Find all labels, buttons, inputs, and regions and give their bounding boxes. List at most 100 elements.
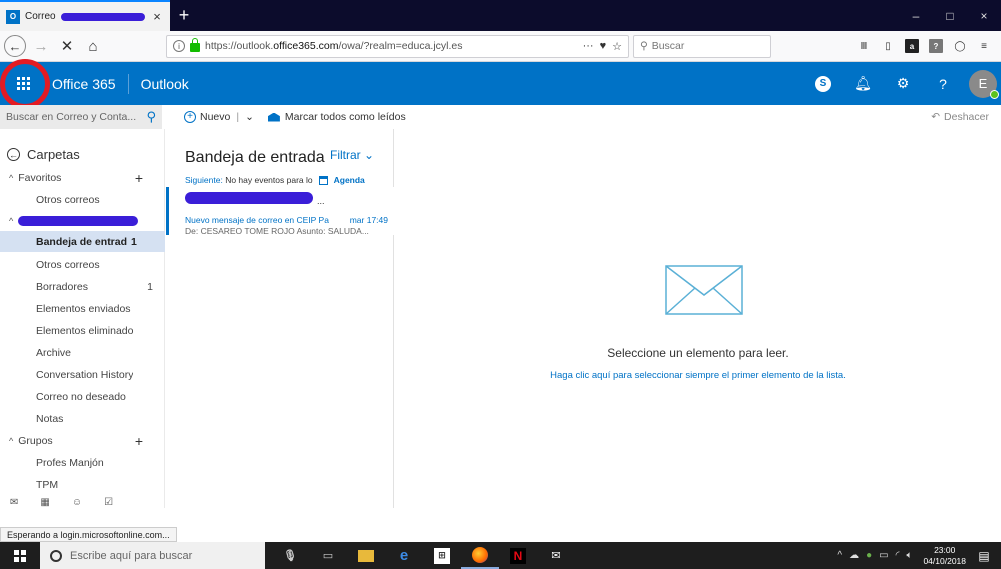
groups-section[interactable]: ^ Grupos +	[0, 430, 165, 451]
lock-icon[interactable]	[190, 38, 200, 52]
taskbar-netflix[interactable]: N	[499, 542, 537, 569]
pocket-icon[interactable]: ♥	[600, 40, 607, 53]
extension-b-icon[interactable]: ?	[929, 39, 943, 53]
taskbar-firefox[interactable]	[461, 542, 499, 569]
suite-title[interactable]: Office 365	[52, 73, 129, 94]
folders-heading[interactable]: ← Carpetas	[7, 147, 80, 162]
list-item[interactable]: ... Nuevo mensaje de correo en CEIP Pa m…	[166, 187, 394, 236]
caret-up-icon[interactable]: ^	[9, 173, 13, 183]
new-message-button[interactable]: + Nuevo | ⌄	[184, 111, 254, 123]
message-list: Bandeja de entrada Filtrar ⌄ Siguiente: …	[166, 129, 394, 508]
mail-app-icon: ✉	[551, 550, 561, 562]
folder-item-inbox[interactable]: Bandeja de entrad 1	[0, 231, 165, 252]
start-button[interactable]	[0, 542, 40, 569]
calendar-icon[interactable]: ▦	[40, 497, 49, 508]
caret-up-icon[interactable]: ^	[9, 216, 13, 226]
browser-status-text: Esperando a login.microsoftonline.com...	[0, 527, 177, 542]
sender-ellipsis: ...	[317, 196, 325, 206]
mail-icon[interactable]: ✉	[10, 497, 18, 508]
search-icon[interactable]: ⚲	[146, 109, 156, 125]
extension-a-icon[interactable]: a	[905, 39, 919, 53]
battery-icon[interactable]: ▭	[879, 550, 888, 561]
inbox-title: Bandeja de entrada	[185, 149, 325, 166]
extension-c-icon[interactable]: ◯	[953, 39, 967, 53]
page-actions-icon[interactable]: ···	[583, 40, 594, 53]
add-group-icon[interactable]: +	[135, 433, 143, 449]
separator: |	[236, 111, 240, 123]
account-section[interactable]: ^	[0, 210, 165, 231]
folder-icon	[358, 549, 374, 562]
chevron-down-icon[interactable]: ⌄	[245, 111, 254, 123]
info-icon[interactable]: i	[173, 40, 185, 52]
caret-up-icon[interactable]: ^	[9, 436, 13, 446]
presence-available-icon	[990, 89, 999, 99]
people-icon[interactable]: ☺	[72, 497, 82, 508]
home-icon[interactable]: ⌂	[82, 35, 104, 57]
volume-icon[interactable]: 🔈︎	[906, 550, 912, 561]
mail-search-placeholder: Buscar en Correo y Conta...	[6, 111, 137, 123]
empty-reading-title: Seleccione un elemento para leer.	[607, 346, 789, 360]
avatar[interactable]: E	[969, 69, 999, 99]
select-first-item-link[interactable]: Haga clic aquí para seleccionar siempre …	[395, 370, 1001, 381]
browser-toolbar-icons: Ⅲ ▯ a ? ◯ ≡	[857, 39, 997, 53]
settings-gear-icon[interactable]: ⚙	[883, 62, 923, 105]
skype-button[interactable]: S	[803, 62, 843, 105]
maximize-icon[interactable]: □	[933, 0, 967, 31]
taskbar-mail[interactable]: ✉	[537, 542, 575, 569]
folder-item-deleted[interactable]: Elementos eliminado	[0, 320, 165, 341]
tray-chevron-up-icon[interactable]: ^	[837, 550, 842, 561]
tab-close-icon[interactable]: ×	[150, 9, 164, 24]
sidebar-icon[interactable]: ▯	[881, 39, 895, 53]
help-icon[interactable]: ?	[923, 62, 963, 105]
mark-all-read-label: Marcar todos como leídos	[284, 111, 406, 123]
undo-button[interactable]: ↶ Deshacer	[931, 111, 989, 123]
app-launcher-button[interactable]	[0, 58, 50, 109]
url-bar[interactable]: i https://outlook.office365.com/owa/?rea…	[166, 34, 629, 58]
folder-item-drafts[interactable]: Borradores 1	[0, 276, 165, 297]
taskbar-microphone[interactable]: 🎙︎	[271, 542, 309, 569]
folder-item-notes[interactable]: Notas	[0, 408, 165, 429]
collapse-pane-icon[interactable]: ←	[7, 148, 20, 161]
favorite-item-otros-correos[interactable]: Otros correos	[0, 189, 165, 210]
library-icon[interactable]: Ⅲ	[857, 39, 871, 53]
onedrive-cloud-icon[interactable]: ☁	[849, 550, 859, 561]
folder-item-otros-correos[interactable]: Otros correos	[0, 254, 165, 275]
taskbar-file-explorer[interactable]	[347, 542, 385, 569]
url-text[interactable]: https://outlook.office365.com/owa/?realm…	[205, 40, 578, 52]
action-center-icon[interactable]: ▤	[973, 545, 995, 567]
taskbar-task-view[interactable]: ▭	[309, 542, 347, 569]
close-window-icon[interactable]: ×	[967, 0, 1001, 31]
new-tab-button[interactable]: +	[170, 0, 198, 31]
minimize-icon[interactable]: –	[899, 0, 933, 31]
system-clock[interactable]: 23:00 04/10/2018	[923, 545, 966, 567]
folder-item-sent[interactable]: Elementos enviados	[0, 298, 165, 319]
filter-button[interactable]: Filtrar ⌄	[330, 148, 374, 162]
add-favorite-icon[interactable]: +	[135, 170, 143, 186]
folder-item-conversation-history[interactable]: Conversation History	[0, 364, 165, 385]
app-name[interactable]: Outlook	[141, 76, 189, 92]
bookmark-star-icon[interactable]: ☆	[612, 40, 622, 53]
favorites-section[interactable]: ^ Favoritos +	[0, 167, 165, 188]
wifi-icon[interactable]: ◜	[896, 550, 900, 561]
folder-item-archive[interactable]: Archive	[0, 342, 165, 363]
taskbar-edge[interactable]: e	[385, 542, 423, 569]
group-item-tpm[interactable]: TPM	[0, 474, 165, 495]
netflix-icon: N	[510, 547, 526, 564]
back-arrow-icon[interactable]: ←	[4, 35, 26, 57]
agenda-link[interactable]: Agenda	[334, 175, 365, 185]
app-tray-icon[interactable]: ●	[866, 550, 872, 561]
taskbar-search-input[interactable]: Escribe aquí para buscar	[40, 542, 265, 569]
browser-search-input[interactable]: ⚲ Buscar	[633, 34, 771, 58]
mark-all-read-button[interactable]: Marcar todos como leídos	[267, 111, 406, 123]
forward-arrow-icon[interactable]: →	[30, 35, 52, 57]
notifications-bell-icon[interactable]: 🔔︎	[843, 62, 883, 105]
tasks-icon[interactable]: ☑	[104, 497, 113, 508]
menu-hamburger-icon[interactable]: ≡	[977, 39, 991, 53]
stop-loading-icon[interactable]: ✕	[56, 35, 78, 57]
folder-item-junk[interactable]: Correo no deseado	[0, 386, 165, 407]
tab-title: Correo	[25, 11, 56, 22]
group-item-profes-manjon[interactable]: Profes Manjón	[0, 452, 165, 473]
browser-tab-correo[interactable]: O Correo ×	[0, 0, 170, 31]
taskbar-store[interactable]: ⊞	[423, 542, 461, 569]
mail-search-input[interactable]: Buscar en Correo y Conta... ⚲	[0, 105, 162, 129]
